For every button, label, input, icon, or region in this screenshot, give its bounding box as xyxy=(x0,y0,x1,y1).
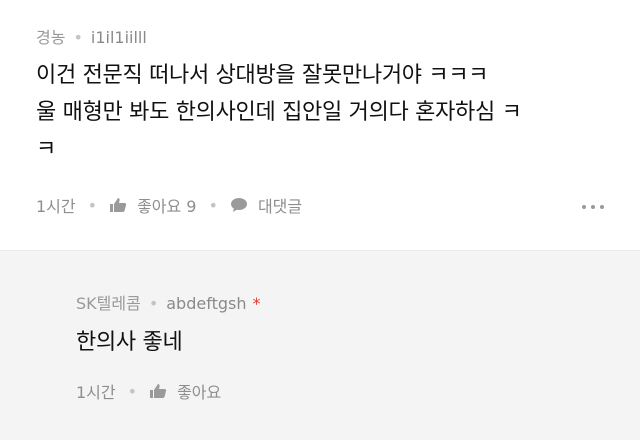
like-label: 좋아요 9 xyxy=(137,197,197,216)
reply-button[interactable]: 대댓글 xyxy=(230,193,302,217)
action-separator: • xyxy=(127,381,138,401)
comment-user-id[interactable]: i1il1iilll xyxy=(91,28,147,47)
reply-actions: 1시간 • 좋아요 xyxy=(76,379,221,403)
dot-icon xyxy=(582,205,586,209)
reply-author[interactable]: SK텔레콤 xyxy=(76,294,141,313)
reply-mark: * xyxy=(252,294,261,313)
comment-text-line: 이건 전문직 떠나서 상대방을 잘못만나거야 ㅋㅋㅋ xyxy=(36,63,489,88)
action-separator: • xyxy=(87,195,98,215)
meta-separator: • xyxy=(73,28,83,47)
thumbs-up-icon xyxy=(150,384,167,398)
comment-text-line: 울 매형만 봐도 한의사인데 집안일 거의다 혼자하심 ㅋ xyxy=(36,100,522,125)
comment: 경농 • i1il1iilll 이건 전문직 떠나서 상대방을 잘못만나거야 ㅋㅋㅋ… xyxy=(0,0,640,250)
reply-label: 대댓글 xyxy=(257,197,303,216)
reply-time: 1시간 xyxy=(76,383,116,402)
comment-body: 이건 전문직 떠나서 상대방을 잘못만나거야 ㅋㅋㅋ 울 매형만 봐도 한의사인… xyxy=(36,57,616,168)
action-separator: • xyxy=(208,195,218,215)
comment-actions: 1시간 • 좋아요 9 • 대댓글 xyxy=(36,193,302,217)
comment-time: 1시간 xyxy=(36,197,76,216)
speech-bubble-icon xyxy=(230,198,247,212)
reply-like-button[interactable]: 좋아요 xyxy=(149,379,221,403)
dot-icon xyxy=(600,205,604,209)
reply-user-id[interactable]: abdeftgsh xyxy=(166,294,246,313)
thumbs-up-icon xyxy=(110,198,127,212)
reply: SK텔레콤 • abdeftgsh * 한의사 좋네 1시간 • 좋아요 xyxy=(0,250,640,440)
like-button[interactable]: 좋아요 9 xyxy=(109,193,197,217)
comment-text-line: ㅋ xyxy=(36,137,56,162)
comment-meta: 경농 • i1il1iilll xyxy=(36,24,147,48)
dot-icon xyxy=(591,205,595,209)
reply-like-label: 좋아요 xyxy=(177,383,222,402)
more-options-icon[interactable] xyxy=(582,205,604,209)
reply-meta: SK텔레콤 • abdeftgsh * xyxy=(76,290,260,314)
comment-author[interactable]: 경농 xyxy=(36,28,65,47)
meta-separator: • xyxy=(148,294,159,313)
reply-body: 한의사 좋네 xyxy=(76,330,183,355)
